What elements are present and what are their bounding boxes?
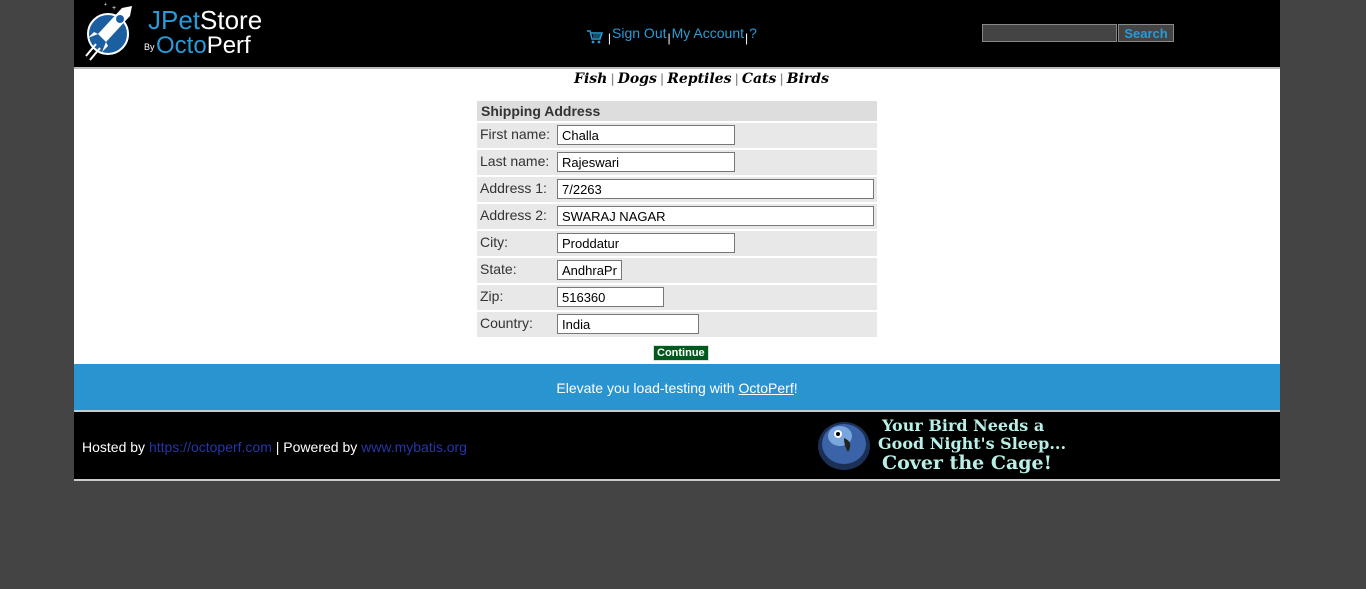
search-button[interactable]: Search <box>1118 24 1174 42</box>
last-name-row: Last name: <box>477 150 877 175</box>
footer: Hosted by https://octoperf.com | Powered… <box>74 412 1280 481</box>
quicklink-dogs[interactable]: Dogs <box>618 71 657 87</box>
banner-line2: Good Night's Sleep... <box>878 434 1067 453</box>
city-row: City: <box>477 231 877 256</box>
cart-link[interactable] <box>587 25 607 44</box>
country-row: Country: <box>477 312 877 337</box>
menu-separator: | <box>745 31 749 45</box>
logo-by-text: By <box>144 42 155 52</box>
state-label: State: <box>480 261 517 277</box>
svg-text:+: + <box>104 2 107 8</box>
promo-bar: Elevate you load-testing with OctoPerf! <box>74 364 1280 412</box>
parrot-image <box>818 422 870 470</box>
menu-separator: | <box>667 31 671 45</box>
country-label: Country: <box>480 315 533 331</box>
quicklink-birds[interactable]: Birds <box>787 71 829 87</box>
address2-row: Address 2: <box>477 204 877 229</box>
state-row: State: <box>477 258 877 283</box>
country-field[interactable] <box>557 314 699 334</box>
promo-text: Elevate you load-testing with OctoPerf! <box>556 380 798 396</box>
form-title-row: Shipping Address <box>477 101 877 121</box>
banner-line3: Cover the Cage! <box>882 452 1052 474</box>
header-menu: |Sign Out|My Account|? <box>587 25 757 45</box>
zip-field[interactable] <box>557 287 664 307</box>
search-form: Search <box>982 24 1174 42</box>
first-name-label: First name: <box>480 126 551 142</box>
rocket-icon: + + <box>85 2 132 61</box>
header: + + JPetStore By OctoPerf |Sign Out|My A… <box>74 0 1280 69</box>
shipping-address-form: Shipping Address First name: Last name: … <box>477 101 877 361</box>
menu-separator: | <box>607 31 612 45</box>
quicklink-fish[interactable]: Fish <box>574 71 607 87</box>
search-input[interactable] <box>982 24 1117 42</box>
bird-banner[interactable]: Your Bird Needs a Good Night's Sleep... … <box>814 414 1074 476</box>
jpetstore-logo[interactable]: + + JPetStore By OctoPerf <box>82 2 262 62</box>
form-title: Shipping Address <box>481 103 601 119</box>
hosted-by-text: Hosted by https://octoperf.com | Powered… <box>82 439 467 455</box>
cart-icon <box>587 30 603 44</box>
quicklink-cats[interactable]: Cats <box>742 71 777 87</box>
octoperf-link[interactable]: OctoPerf <box>738 380 793 396</box>
sign-out-link[interactable]: Sign Out <box>612 25 666 41</box>
city-label: City: <box>480 234 508 250</box>
quicklink-separator: | <box>779 72 784 86</box>
last-name-label: Last name: <box>480 153 550 169</box>
address2-label: Address 2: <box>480 207 547 223</box>
address2-field[interactable] <box>557 206 874 226</box>
state-field[interactable] <box>557 260 622 280</box>
help-link[interactable]: ? <box>749 25 757 41</box>
address1-label: Address 1: <box>480 180 547 196</box>
quicklink-separator: | <box>659 72 665 86</box>
quicklink-separator: | <box>734 72 739 86</box>
mybatis-link[interactable]: www.mybatis.org <box>361 439 467 455</box>
address1-row: Address 1: <box>477 177 877 202</box>
quicklink-reptiles[interactable]: Reptiles <box>667 71 731 87</box>
category-quicklinks: Fish | Dogs | Reptiles | Cats | Birds <box>574 71 829 87</box>
zip-row: Zip: <box>477 285 877 310</box>
city-field[interactable] <box>557 233 735 253</box>
first-name-row: First name: <box>477 123 877 148</box>
continue-button[interactable]: Continue <box>653 345 709 361</box>
first-name-field[interactable] <box>557 125 735 145</box>
octoperf-url-link[interactable]: https://octoperf.com <box>149 439 272 455</box>
page-wrapper: + + JPetStore By OctoPerf |Sign Out|My A… <box>74 0 1280 481</box>
logo-octoperf-text: OctoPerf <box>156 32 251 59</box>
zip-label: Zip: <box>480 288 504 304</box>
main-content: Fish | Dogs | Reptiles | Cats | Birds Shipping A… <box>74 69 1280 364</box>
my-account-link[interactable]: My Account <box>672 25 744 41</box>
quicklink-separator: | <box>610 72 615 86</box>
address1-field[interactable] <box>557 179 874 199</box>
banner-line1: Your Bird Needs a <box>882 416 1045 435</box>
svg-text:+: + <box>112 5 116 12</box>
last-name-field[interactable] <box>557 152 735 172</box>
